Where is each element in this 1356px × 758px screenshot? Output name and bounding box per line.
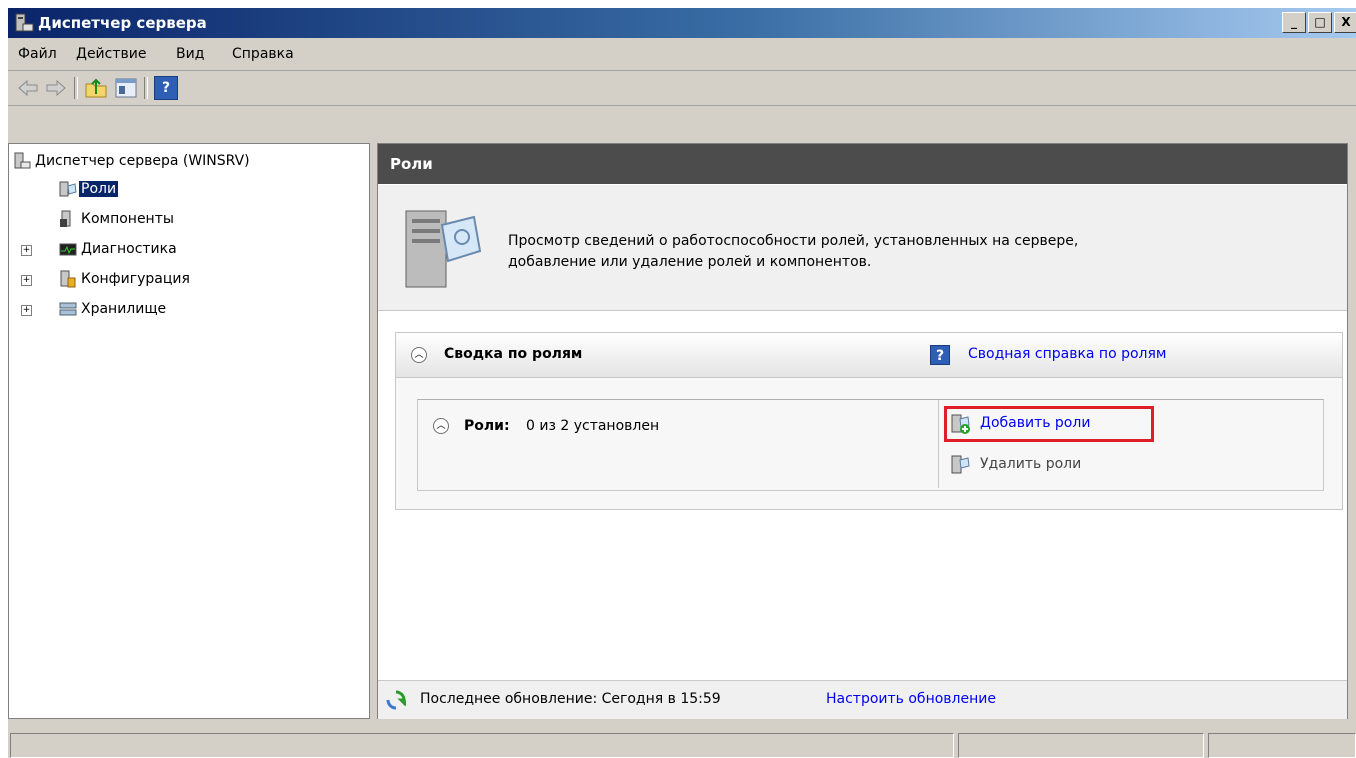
- configuration-icon: [60, 270, 76, 288]
- roles-icon: [59, 181, 77, 197]
- window-title: Диспетчер сервера: [38, 14, 207, 32]
- expand-toggle[interactable]: +: [21, 275, 32, 286]
- tree-root-label: Диспетчер сервера (WINSRV): [35, 153, 250, 169]
- collapse-summary-button[interactable]: ︿: [411, 347, 427, 363]
- add-roles-link[interactable]: Добавить роли: [980, 415, 1090, 431]
- roles-label: Роли:: [464, 418, 510, 434]
- up-folder-icon[interactable]: [84, 76, 108, 100]
- roles-subsection: ︿ Роли: 0 из 2 установлен Добавить роли: [417, 399, 1324, 491]
- collapse-roles-button[interactable]: ︿: [433, 418, 449, 434]
- status-cell: [10, 733, 954, 758]
- toolbar-separator: [144, 77, 148, 99]
- last-update-text: Последнее обновление: Сегодня в 15:59: [420, 691, 721, 707]
- help-icon[interactable]: ?: [154, 76, 178, 100]
- server-manager-app-icon: [15, 13, 34, 32]
- description-panel: Просмотр сведений о работоспособности ро…: [378, 185, 1347, 311]
- tree-item-label: Компоненты: [81, 211, 174, 227]
- storage-icon: [59, 302, 77, 316]
- description-line: Просмотр сведений о работоспособности ро…: [508, 233, 1079, 249]
- pane-footer: Последнее обновление: Сегодня в 15:59 На…: [378, 680, 1347, 719]
- description-line: добавление или удаление ролей и компонен…: [508, 254, 872, 270]
- minimize-button[interactable]: _: [1282, 12, 1306, 33]
- menu-help[interactable]: Справка: [232, 46, 294, 62]
- section-title: Сводка по ролям: [444, 346, 583, 362]
- remove-roles-icon: [951, 455, 970, 474]
- status-cell: [958, 733, 1204, 758]
- toolbar: ?: [8, 71, 1356, 106]
- features-icon: [60, 210, 71, 227]
- roles-installed-count: 0 из 2 установлен: [526, 418, 660, 434]
- expand-toggle[interactable]: +: [21, 245, 32, 256]
- server-manager-window: Диспетчер сервера _ □ X Файл Действие Ви…: [8, 8, 1356, 758]
- status-cell: [1208, 733, 1356, 758]
- refresh-icon[interactable]: [386, 690, 406, 710]
- add-roles-icon: [951, 414, 970, 434]
- roles-summary-help-link[interactable]: Сводная справка по ролям: [968, 346, 1166, 362]
- console-tree: Диспетчер сервера (WINSRV) Роли Компонен…: [8, 143, 370, 719]
- pane-title: Роли: [390, 155, 433, 173]
- toolbar-separator: [74, 77, 78, 99]
- help-icon: ?: [930, 345, 950, 365]
- menu-bar: Файл Действие Вид Справка: [8, 38, 1356, 71]
- remove-roles-link[interactable]: Удалить роли: [980, 456, 1081, 472]
- section-header: ︿ Сводка по ролям ? Сводная справка по р…: [396, 333, 1342, 378]
- pane-description: Просмотр сведений о работоспособности ро…: [508, 231, 1308, 273]
- tree-item-label: Роли: [79, 181, 119, 197]
- tree-item-label: Диагностика: [81, 241, 177, 257]
- status-bar: [8, 730, 1356, 758]
- roles-large-icon: [405, 210, 482, 288]
- roles-summary-section: ︿ Сводка по ролям ? Сводная справка по р…: [395, 332, 1343, 510]
- pane-header: Роли: [378, 144, 1347, 184]
- expand-toggle[interactable]: +: [21, 305, 32, 316]
- diagnostics-icon: [59, 243, 77, 256]
- console-tree-icon[interactable]: [114, 76, 138, 100]
- menu-file[interactable]: Файл: [18, 46, 57, 62]
- maximize-button[interactable]: □: [1308, 12, 1332, 33]
- tree-item-label: Хранилище: [81, 301, 167, 317]
- back-arrow-icon[interactable]: [16, 76, 40, 100]
- details-pane: Роли Просмотр сведений о работоспособнос…: [377, 143, 1348, 719]
- divider: [938, 400, 939, 488]
- server-icon: [14, 152, 31, 169]
- configure-refresh-link[interactable]: Настроить обновление: [826, 691, 996, 707]
- menu-view[interactable]: Вид: [176, 46, 204, 62]
- title-bar[interactable]: Диспетчер сервера _ □ X: [8, 8, 1356, 38]
- forward-arrow-icon[interactable]: [44, 76, 68, 100]
- menu-action[interactable]: Действие: [76, 46, 146, 62]
- tree-item-label: Конфигурация: [81, 271, 190, 287]
- close-button[interactable]: X: [1334, 12, 1356, 33]
